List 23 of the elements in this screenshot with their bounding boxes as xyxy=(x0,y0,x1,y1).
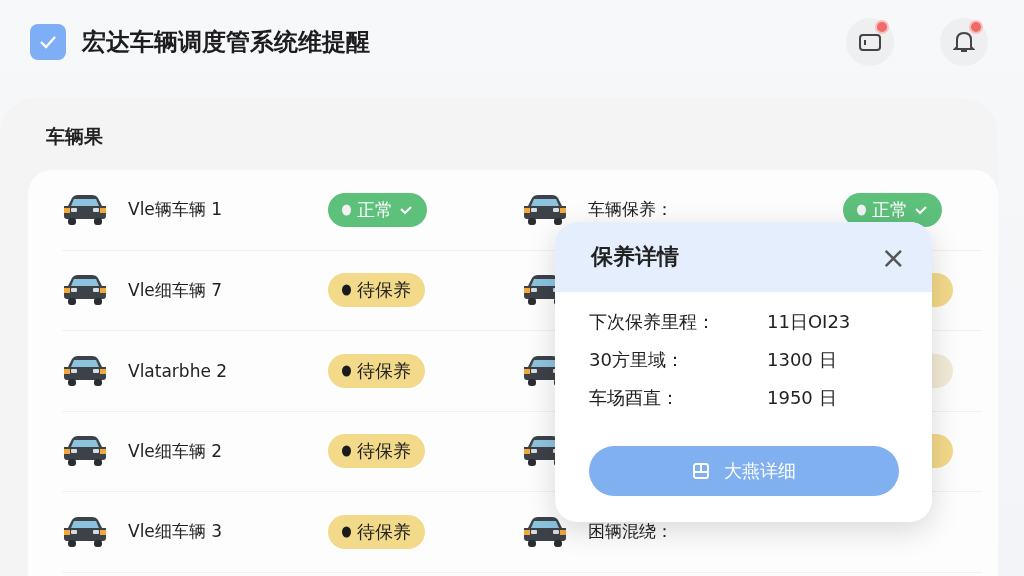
detail-value: 11日OI23 xyxy=(767,310,852,334)
vehicle-name: 困辆混绕： xyxy=(588,520,674,544)
detail-label: 下次保养里程： xyxy=(589,310,716,334)
status-badge: 待保养 xyxy=(328,353,425,388)
status-badge: 正常 xyxy=(843,192,942,227)
vehicle-name: Vle辆车辆 1 xyxy=(128,198,224,222)
detail-label: 车场酉直： xyxy=(589,386,680,410)
vehicle-name: Vle细车辆 3 xyxy=(128,520,224,544)
detail-value: 1950 日 xyxy=(767,386,838,410)
vehicle-name: Vlatarbhe 2 xyxy=(128,360,229,381)
panel-title: 车辆果 xyxy=(46,124,104,149)
status-badge: 待保养 xyxy=(328,434,425,469)
status-badge: 待保养 xyxy=(328,273,425,308)
vehicle-name: Vle细车辆 2 xyxy=(128,439,224,463)
vehicle-name: 车辆保养： xyxy=(588,198,674,222)
detail-label: 30方里域： xyxy=(589,348,685,372)
status-badge: 待保养 xyxy=(328,514,425,549)
app-title: 宏达车辆调度管系统维提醒 xyxy=(82,27,371,58)
popup-title: 保养详情 xyxy=(591,243,679,271)
vehicle-name: Vle细车辆 7 xyxy=(128,278,224,302)
close-button[interactable]: × xyxy=(880,239,906,275)
status-badge: 正常 xyxy=(328,192,427,227)
detail-value: 1300 日 xyxy=(767,348,838,372)
